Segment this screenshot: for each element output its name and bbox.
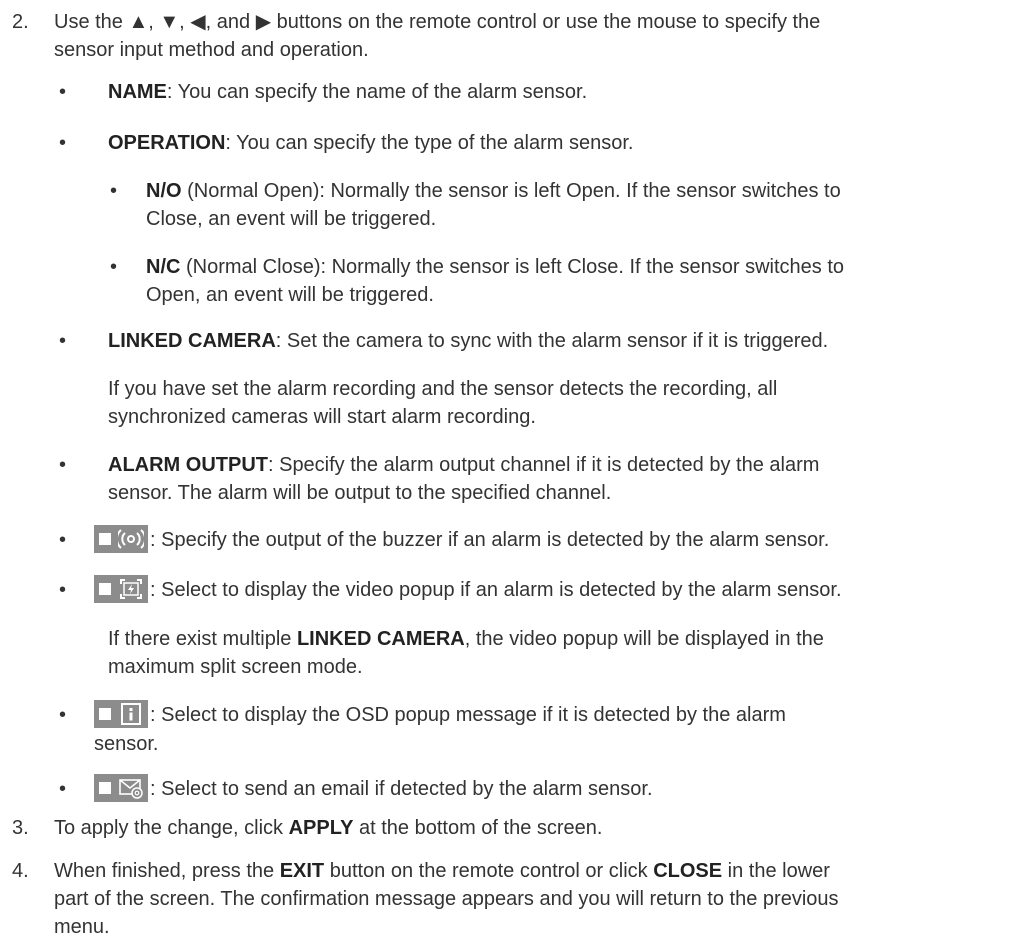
operation-desc: : You can specify the type of the alarm … [225, 132, 634, 154]
bullet: • [59, 529, 67, 551]
step-4-mid: button on the remote control or click [324, 860, 654, 882]
step-4-line-2: part of the screen. The confirmation mes… [54, 888, 839, 910]
info-icon [121, 702, 141, 725]
linked-desc: : Set the camera to sync with the alarm … [275, 330, 829, 352]
no-desc-1: (Normal Open): Normally the sensor is le… [181, 180, 841, 202]
checkbox-icon [99, 781, 111, 794]
step-number: 4. [12, 860, 29, 882]
checkbox-icon [99, 532, 111, 545]
popup-note-line-2: maximum split screen mode. [108, 656, 363, 678]
bullet: • [59, 579, 67, 601]
buzzer-icon [118, 528, 144, 549]
step-number: 3. [12, 817, 29, 839]
step-4-line-3: menu. [54, 916, 110, 938]
term-close: CLOSE [653, 860, 723, 882]
bullet: • [59, 330, 67, 352]
bullet: • [59, 778, 67, 800]
term-linked-camera: LINKED CAMERA [108, 330, 276, 352]
video-popup-desc: : Select to display the video popup if a… [150, 579, 842, 601]
term-nc: N/C [146, 256, 181, 278]
osd-option-icon [94, 699, 148, 728]
video-popup-note: If there exist multiple LINKED CAMERA, t… [108, 625, 1027, 681]
video-popup-option-icon [94, 574, 148, 603]
step-2-line-2: sensor input method and operation. [54, 39, 369, 61]
step-3-pre: To apply the change, click [54, 817, 289, 839]
term-name: NAME [108, 81, 167, 103]
term-linked-camera-2: LINKED CAMERA [296, 628, 465, 650]
bullet: • [110, 180, 118, 202]
nc-desc-2: Open, an event will be triggered. [146, 284, 434, 306]
term-alarm-output: ALARM OUTPUT [108, 454, 268, 476]
linked-note-line-1: If you have set the alarm recording and … [108, 378, 778, 400]
bullet: • [59, 81, 67, 103]
popup-note-pre: If there exist multiple [108, 628, 297, 650]
email-option-icon [94, 773, 148, 802]
email-icon [119, 778, 143, 799]
step-4-pre: When finished, press the [54, 860, 280, 882]
manual-page: 2. Use the ▲, ▼, ◀, and ▶ buttons on the… [0, 0, 1033, 938]
osd-desc-2: sensor. [94, 732, 159, 755]
no-desc-2: Close, an event will be triggered. [146, 208, 437, 230]
video-popup-icon [120, 578, 142, 599]
alarm-output-desc-2: sensor. The alarm will be output to the … [108, 482, 612, 504]
checkbox-icon [99, 707, 111, 720]
term-exit: EXIT [279, 860, 325, 882]
linked-camera-note: If you have set the alarm recording and … [108, 375, 1027, 431]
step-2-line-1: Use the ▲, ▼, ◀, and ▶ buttons on the re… [54, 11, 821, 33]
buzzer-desc: : Specify the output of the buzzer if an… [150, 529, 830, 551]
checkbox-icon [99, 582, 111, 595]
bullet: • [59, 454, 67, 476]
bullet: • [59, 704, 67, 726]
bullet: • [110, 256, 118, 278]
step-3-post: at the bottom of the screen. [353, 817, 603, 839]
buzzer-option-icon [94, 524, 148, 553]
step-number: 2. [12, 11, 29, 33]
term-operation: OPERATION [108, 132, 226, 154]
name-desc: : You can specify the name of the alarm … [166, 81, 588, 103]
alarm-output-desc-1: : Specify the alarm output channel if it… [267, 454, 820, 476]
email-desc: : Select to send an email if detected by… [150, 778, 653, 800]
term-no: N/O [146, 180, 182, 202]
osd-desc-1: : Select to display the OSD popup messag… [150, 704, 786, 726]
term-apply: APPLY [288, 817, 354, 839]
bullet: • [59, 132, 67, 154]
step-4-post: in the lower [722, 860, 830, 882]
nc-desc-1: (Normal Close): Normally the sensor is l… [180, 256, 845, 278]
popup-note-post: , the video popup will be displayed in t… [464, 628, 824, 650]
linked-note-line-2: synchronized cameras will start alarm re… [108, 406, 536, 428]
